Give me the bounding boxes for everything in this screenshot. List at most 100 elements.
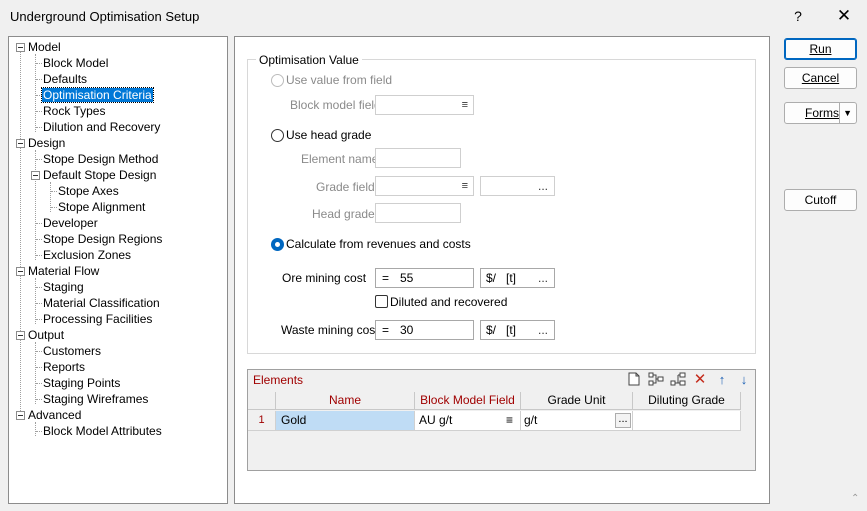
tree-item-model[interactable]: Model xyxy=(28,40,61,54)
collapse-icon[interactable] xyxy=(16,43,25,52)
cell-block-model-field-value: AU g/t xyxy=(419,413,453,427)
browse-button[interactable]: ... xyxy=(615,413,631,428)
cell-block-model-field[interactable]: AU g/t ≡ xyxy=(415,411,521,431)
currency-unit: $/ xyxy=(486,271,497,285)
waste-unit-input[interactable]: $/ [t] ... xyxy=(480,320,555,340)
collapse-icon[interactable] xyxy=(31,171,40,180)
use-head-grade-radio[interactable] xyxy=(271,129,284,142)
equals-sign: = xyxy=(382,271,390,285)
tree-line xyxy=(35,150,36,260)
tree-item-material-classification[interactable]: Material Classification xyxy=(43,296,160,310)
chevron-down-icon[interactable]: ▼ xyxy=(843,103,852,123)
tree-line xyxy=(35,422,36,436)
tree-line xyxy=(36,303,42,304)
currency-unit: $/ xyxy=(486,323,497,337)
row-index: 1 xyxy=(248,411,276,431)
grade-unit-input[interactable]: ... xyxy=(480,176,555,196)
tree-line xyxy=(36,111,42,112)
run-button[interactable]: Run xyxy=(784,38,857,60)
tree-line xyxy=(36,159,42,160)
column-header-block-model-field[interactable]: Block Model Field xyxy=(415,392,521,410)
tree-item-staging[interactable]: Staging xyxy=(43,280,84,294)
list-icon[interactable]: ≡ xyxy=(462,100,468,111)
tree-item-design[interactable]: Design xyxy=(28,136,65,150)
cancel-button[interactable]: Cancel xyxy=(784,67,857,89)
tree-item-stope-design-regions[interactable]: Stope Design Regions xyxy=(43,232,162,246)
tree-item-defaults[interactable]: Defaults xyxy=(43,72,87,86)
insert-row-icon[interactable] xyxy=(648,372,664,388)
mass-unit: [t] xyxy=(506,271,517,285)
use-value-from-field-label: Use value from field xyxy=(286,73,393,87)
tree-item-processing-facilities[interactable]: Processing Facilities xyxy=(43,312,152,326)
cell-diluting-grade[interactable] xyxy=(633,411,741,431)
append-row-icon[interactable] xyxy=(670,372,686,388)
tree-line xyxy=(51,191,57,192)
ore-mining-cost-input[interactable]: = 55 xyxy=(375,268,474,288)
grid-corner xyxy=(248,392,276,410)
tree-item-block-model[interactable]: Block Model xyxy=(43,56,108,70)
diluted-and-recovered-checkbox[interactable] xyxy=(375,295,388,308)
tree-item-material-flow[interactable]: Material Flow xyxy=(28,264,99,278)
tree-item-stope-alignment[interactable]: Stope Alignment xyxy=(58,200,145,214)
column-header-grade-unit[interactable]: Grade Unit xyxy=(521,392,633,410)
use-value-from-field-radio[interactable] xyxy=(271,74,284,87)
list-icon[interactable]: ≡ xyxy=(506,411,513,430)
collapse-icon[interactable] xyxy=(16,411,25,420)
cutoff-button[interactable]: Cutoff xyxy=(784,189,857,211)
tree-item-block-model-attributes[interactable]: Block Model Attributes xyxy=(43,424,162,438)
ore-unit-input[interactable]: $/ [t] ... xyxy=(480,268,555,288)
optimisation-value-title: Optimisation Value xyxy=(256,53,362,67)
browse-button[interactable]: ... xyxy=(538,321,548,339)
tree-item-stope-design-method[interactable]: Stope Design Method xyxy=(43,152,158,166)
collapse-icon[interactable] xyxy=(16,331,25,340)
resize-grip-icon[interactable]: ⌃ xyxy=(851,493,859,504)
calculate-from-revenues-radio[interactable] xyxy=(271,238,284,251)
close-button[interactable]: ✕ xyxy=(821,0,867,32)
ore-mining-cost-value: 55 xyxy=(400,271,414,285)
title-bar: Underground Optimisation Setup ? ✕ xyxy=(0,0,867,32)
list-icon[interactable]: ≡ xyxy=(462,181,468,192)
browse-button[interactable]: ... xyxy=(538,177,548,195)
delete-row-icon[interactable]: ✕ xyxy=(692,372,708,388)
help-button[interactable]: ? xyxy=(775,0,821,32)
tree-item-reports[interactable]: Reports xyxy=(43,360,85,374)
tree-item-customers[interactable]: Customers xyxy=(43,344,101,358)
forms-button[interactable]: Forms ▼ xyxy=(784,102,857,124)
cancel-button-label: Cancel xyxy=(801,71,840,85)
collapse-icon[interactable] xyxy=(16,267,25,276)
column-header-diluting-grade[interactable]: Diluting Grade xyxy=(633,392,741,410)
cell-grade-unit[interactable]: g/t ... xyxy=(521,411,633,431)
waste-mining-cost-input[interactable]: = 30 xyxy=(375,320,474,340)
equals-sign: = xyxy=(382,323,390,337)
tree-item-staging-wireframes[interactable]: Staging Wireframes xyxy=(43,392,148,406)
new-row-icon[interactable] xyxy=(626,372,642,388)
tree-line xyxy=(36,223,42,224)
collapse-icon[interactable] xyxy=(16,139,25,148)
tree-item-rock-types[interactable]: Rock Types xyxy=(43,104,105,118)
head-grade-input[interactable] xyxy=(375,203,461,223)
tree-item-optimisation-criteria[interactable]: Optimisation Criteria xyxy=(41,87,154,103)
tree-item-default-stope-design[interactable]: Default Stope Design xyxy=(43,168,156,182)
tree-item-dilution-and-recovery[interactable]: Dilution and Recovery xyxy=(43,120,160,134)
tree-line xyxy=(51,207,57,208)
block-model-field-input[interactable]: ≡ xyxy=(375,95,474,115)
calculate-from-revenues-label: Calculate from revenues and costs xyxy=(286,237,471,251)
tree-item-developer[interactable]: Developer xyxy=(43,216,98,230)
tree-item-output[interactable]: Output xyxy=(28,328,64,342)
grade-field-input[interactable]: ≡ xyxy=(375,176,474,196)
use-head-grade-label: Use head grade xyxy=(286,128,372,142)
move-up-icon[interactable]: ↑ xyxy=(714,372,730,388)
waste-mining-cost-label: Waste mining cost xyxy=(281,323,379,337)
tree-line xyxy=(35,278,36,324)
grade-field-label: Grade field xyxy=(316,180,375,194)
cell-name[interactable]: Gold xyxy=(276,411,415,431)
column-header-name[interactable]: Name xyxy=(276,392,415,410)
block-model-field-label: Block model field xyxy=(290,98,381,112)
tree-item-stope-axes[interactable]: Stope Axes xyxy=(58,184,119,198)
tree-item-advanced[interactable]: Advanced xyxy=(28,408,81,422)
browse-button[interactable]: ... xyxy=(538,269,548,287)
element-name-input[interactable] xyxy=(375,148,461,168)
tree-item-staging-points[interactable]: Staging Points xyxy=(43,376,120,390)
move-down-icon[interactable]: ↓ xyxy=(736,372,752,388)
tree-item-exclusion-zones[interactable]: Exclusion Zones xyxy=(43,248,131,262)
